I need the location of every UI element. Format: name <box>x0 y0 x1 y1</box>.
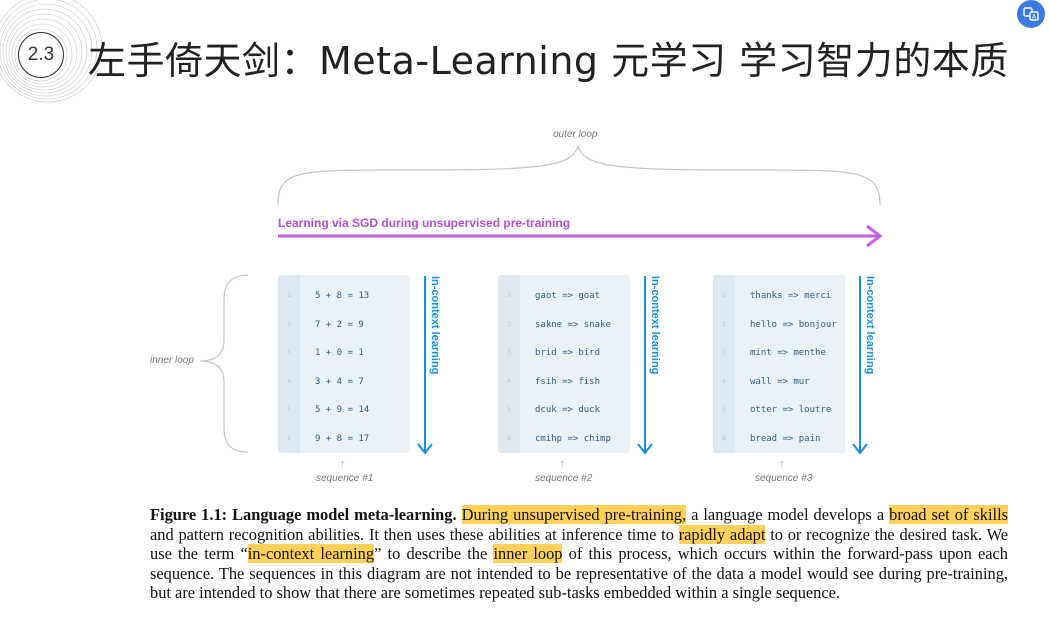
code-text: cmihp => chimp <box>535 434 611 444</box>
code-text: fsih => fish <box>535 377 601 387</box>
caption-lead: Figure 1.1: Language model meta-learning… <box>150 505 457 524</box>
up-arrow-icon: ↑ <box>779 458 785 470</box>
sequence-line: 3 brid => bird <box>498 343 630 363</box>
sequence-line: 1 thanks => merci <box>713 286 845 306</box>
up-arrow-icon: ↑ <box>340 458 346 470</box>
sequence-line: 2 hello => bonjour <box>713 315 845 335</box>
sgd-label: Learning via SGD during unsupervised pre… <box>278 216 571 230</box>
caption-highlight: in-context learning <box>247 544 375 564</box>
icl-label-1: In-context learning <box>429 276 441 375</box>
code-text: 1 + 0 = 1 <box>315 348 364 358</box>
up-arrow-icon: ↑ <box>560 458 566 470</box>
code-text: bread => pain <box>750 434 821 444</box>
sequence-line: 69 + 8 = 17 <box>278 429 410 449</box>
sequence-line: 27 + 2 = 9 <box>278 315 410 335</box>
sequence-line: 15 + 8 = 13 <box>278 286 410 306</box>
code-text: 5 + 8 = 13 <box>315 291 370 301</box>
sequence-box-3: 1 thanks => merci 2 hello => bonjour 3 mint… <box>713 275 845 453</box>
sequence-label-2: sequence #2 <box>535 473 593 484</box>
sequence-line: 2 sakne => snake <box>498 315 630 335</box>
icl-label-3: In-context learning <box>864 276 876 375</box>
code-text: gaot => goat <box>535 291 601 301</box>
sequence-line: 6 cmihp => chimp <box>498 429 630 449</box>
caption-highlight: broad set of skills <box>889 505 1008 524</box>
sequence-line: 6 bread => pain <box>713 429 845 449</box>
code-text: wall => mur <box>750 377 810 387</box>
sequence-line: 31 + 0 = 1 <box>278 343 410 363</box>
sequence-line: 5 otter => loutre <box>713 400 845 420</box>
code-text: mint => menthe <box>750 348 826 358</box>
sequence-line: 5 dcuk => duck <box>498 400 630 420</box>
caption-text: a language model develops a <box>686 505 890 524</box>
code-text: otter => loutre <box>750 405 832 415</box>
icl-label-2: In-context learning <box>649 276 661 375</box>
sequence-line: 4 wall => mur <box>713 372 845 392</box>
inner-loop-label: inner loop <box>150 355 194 366</box>
sequence-box-1: 15 + 8 = 13 27 + 2 = 9 31 + 0 = 1 43 + 4… <box>278 275 410 453</box>
sequence-box-2: 1 gaot => goat 2 sakne => snake 3 brid => b… <box>498 275 630 453</box>
sequence-line: 43 + 4 = 7 <box>278 372 410 392</box>
outer-loop-label: outer loop <box>553 129 598 140</box>
sequence-label-1: sequence #1 <box>316 473 374 484</box>
caption-highlight: rapidly adapt <box>678 524 766 544</box>
sequence-label-3: sequence #3 <box>755 473 813 484</box>
caption-highlight: During unsupervised pre-training, <box>461 505 687 524</box>
sequence-line: 3 mint => menthe <box>713 343 845 363</box>
code-text: thanks => merci <box>750 291 832 301</box>
sequence-line: 1 gaot => goat <box>498 286 630 306</box>
sequence-line: 4 fsih => fish <box>498 372 630 392</box>
code-text: brid => bird <box>535 348 601 358</box>
inner-loop-brace <box>199 274 249 453</box>
code-text: dcuk => duck <box>535 405 601 415</box>
sequence-line: 55 + 9 = 14 <box>278 400 410 420</box>
code-text: 3 + 4 = 7 <box>315 377 364 387</box>
code-text: sakne => snake <box>535 320 611 330</box>
code-text: 7 + 2 = 9 <box>315 320 364 330</box>
caption-text: ” to describe the <box>374 544 494 564</box>
code-text: hello => bonjour <box>750 320 837 330</box>
outer-loop-brace <box>277 143 881 206</box>
figure-caption: Figure 1.1: Language model meta-learning… <box>150 505 1008 603</box>
code-text: 5 + 9 = 14 <box>315 405 370 415</box>
code-text: 9 + 8 = 17 <box>315 434 370 444</box>
caption-highlight: inner loop <box>493 544 563 564</box>
caption-text: and pattern recognition abilities. It th… <box>150 524 679 544</box>
